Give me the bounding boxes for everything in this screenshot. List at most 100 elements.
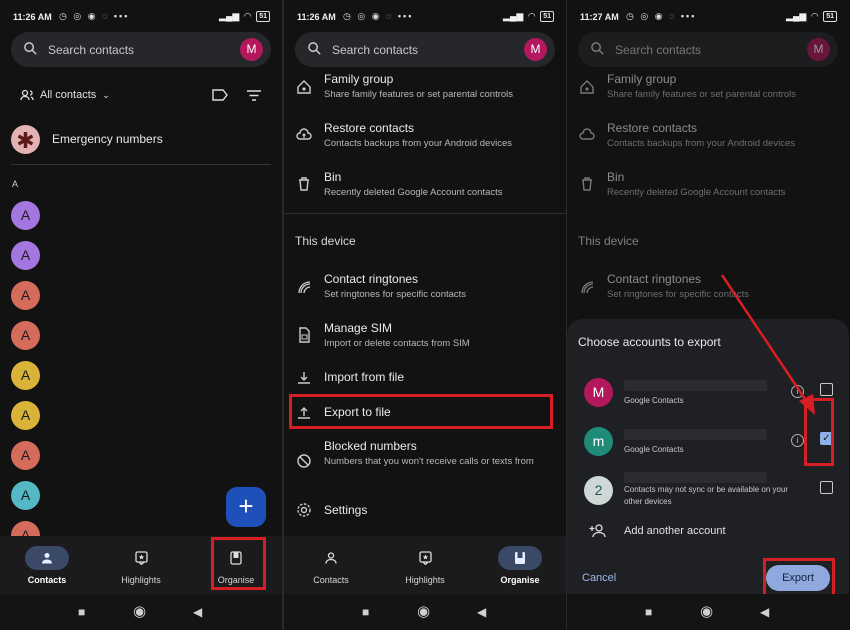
bin-title: Bin: [607, 170, 625, 184]
contact-avatar[interactable]: A: [11, 281, 40, 310]
ringtone-icon: [298, 281, 311, 294]
recents-icon[interactable]: ■: [362, 605, 369, 619]
contact-avatar[interactable]: A: [11, 201, 40, 230]
block-icon: [297, 454, 311, 468]
contact-ringtones-title: Contact ringtones: [324, 272, 419, 286]
ringtone-icon: [581, 281, 594, 294]
tab-contacts-label: Contacts: [313, 575, 349, 585]
tab-highlights-label: Highlights: [405, 575, 445, 585]
home-icon[interactable]: ◉: [417, 602, 430, 620]
tab-contacts-label: Contacts: [27, 575, 67, 585]
info-icon[interactable]: i: [791, 434, 804, 447]
account-checkbox[interactable]: [820, 481, 833, 494]
redacted-email: [624, 429, 767, 440]
account-row[interactable]: 2 Contacts may not sync or be available …: [567, 472, 849, 519]
cloud-restore-icon: [579, 128, 595, 140]
back-icon[interactable]: ◀: [193, 605, 202, 619]
search-bar: Search contacts M: [578, 32, 838, 67]
tab-highlights[interactable]: Highlights: [106, 546, 176, 585]
home-icon[interactable]: ◉: [700, 602, 713, 620]
highlight-box-organise: [211, 537, 266, 590]
tab-highlights[interactable]: Highlights: [390, 546, 460, 585]
add-another-account[interactable]: Add another account: [624, 525, 726, 537]
status-bar: 11:26 AM ◷ ◎ ◉ ◌ ••• ▂▄▆ ◠ 51: [284, 0, 566, 32]
this-device-heading: This device: [578, 234, 639, 248]
status-time: 11:26 AM: [13, 12, 52, 22]
person-icon: [25, 546, 69, 570]
highlights-icon: [119, 546, 163, 570]
chevron-down-icon: ⌄: [102, 89, 110, 100]
cloud-restore-icon: [296, 128, 312, 140]
contact-avatar[interactable]: A: [11, 441, 40, 470]
family-group-title: Family group: [607, 72, 677, 86]
battery-icon: 51: [540, 11, 554, 22]
bin-subtitle: Recently deleted Google Account contacts: [324, 187, 503, 198]
asterisk-icon[interactable]: ✱: [11, 125, 40, 154]
sim-card-icon: [299, 327, 310, 343]
redacted-email: [624, 472, 767, 483]
tab-highlights-label: Highlights: [121, 575, 161, 585]
account-type: Google Contacts: [624, 445, 684, 454]
recents-icon[interactable]: ■: [645, 605, 652, 619]
filter-label: All contacts: [40, 89, 97, 101]
notification-icons: ◷ ◎ ◉ ◌ •••: [626, 11, 697, 21]
manage-sim-title: Manage SIM: [324, 321, 393, 335]
search-icon: [24, 42, 37, 55]
add-contact-button[interactable]: +: [226, 487, 266, 527]
home-icon[interactable]: ◉: [133, 602, 146, 620]
account-avatar[interactable]: M: [240, 38, 263, 61]
people-icon: [20, 89, 34, 101]
contact-avatar[interactable]: A: [11, 321, 40, 350]
status-right: ▂▄▆ ◠ 51: [219, 11, 270, 22]
status-bar: 11:26 AM ◷ ◎ ◉ ◌ ••• ▂▄▆ ◠ 51: [0, 0, 282, 32]
battery-icon: 51: [823, 11, 837, 22]
search-bar[interactable]: Search contacts M: [295, 32, 555, 67]
contact-avatar[interactable]: A: [11, 481, 40, 510]
label-icon[interactable]: [212, 89, 228, 101]
settings-title: Settings: [324, 503, 368, 517]
system-nav-bar: ■ ◉ ◀: [0, 594, 282, 630]
search-placeholder: Search contacts: [615, 43, 702, 57]
account-avatar: m: [584, 427, 613, 456]
filter-icon[interactable]: [247, 90, 261, 101]
divider: [11, 164, 271, 165]
notification-icons: ◷ ◎ ◉ ◌ •••: [343, 11, 414, 21]
contact-avatar[interactable]: A: [11, 361, 40, 390]
tab-organise[interactable]: Organise: [485, 546, 555, 585]
recents-icon[interactable]: ■: [78, 605, 85, 619]
battery-icon: 51: [256, 11, 270, 22]
family-group-subtitle: Share family features or set parental co…: [607, 89, 797, 100]
account-avatar[interactable]: M: [524, 38, 547, 61]
home-heart-icon: [297, 80, 311, 94]
restore-contacts-subtitle: Contacts backups from your Android devic…: [607, 138, 795, 149]
tab-contacts[interactable]: Contacts: [296, 546, 366, 585]
contact-avatar[interactable]: A: [11, 401, 40, 430]
pointer-arrow: [720, 274, 815, 415]
back-icon[interactable]: ◀: [477, 605, 486, 619]
person-icon: [309, 546, 353, 570]
contacts-screen: 11:26 AM ◷ ◎ ◉ ◌ ••• ▂▄▆ ◠ 51 Search con…: [0, 0, 282, 630]
highlight-box-export: [289, 394, 553, 429]
search-placeholder: Search contacts: [332, 43, 419, 57]
tab-contacts[interactable]: Contacts: [12, 546, 82, 585]
search-icon: [308, 42, 321, 55]
signal-icon: ▂▄▆: [503, 11, 524, 21]
contact-avatar[interactable]: A: [11, 241, 40, 270]
cancel-button[interactable]: Cancel: [582, 572, 616, 584]
account-avatar: M: [584, 378, 613, 407]
family-group-title: Family group: [324, 72, 394, 86]
wifi-icon: ◠: [811, 11, 819, 21]
back-icon[interactable]: ◀: [760, 605, 769, 619]
organise-screen: 11:26 AM ◷ ◎ ◉ ◌ ••• ▂▄▆ ◠ 51 Search con…: [284, 0, 566, 630]
import-from-file-title: Import from file: [324, 370, 405, 384]
highlights-icon: [403, 546, 447, 570]
emergency-numbers-item[interactable]: Emergency numbers: [52, 132, 163, 146]
tab-organise-label: Organise: [500, 575, 540, 585]
search-bar[interactable]: Search contacts M: [11, 32, 271, 67]
trash-icon: [582, 177, 592, 191]
restore-contacts-title: Restore contacts: [607, 121, 698, 135]
device-account-avatar: 2: [584, 476, 613, 505]
all-contacts-filter[interactable]: All contacts ⌄: [20, 89, 110, 101]
blocked-numbers-subtitle: Numbers that you won't receive calls or …: [324, 456, 534, 467]
divider: [284, 213, 566, 214]
